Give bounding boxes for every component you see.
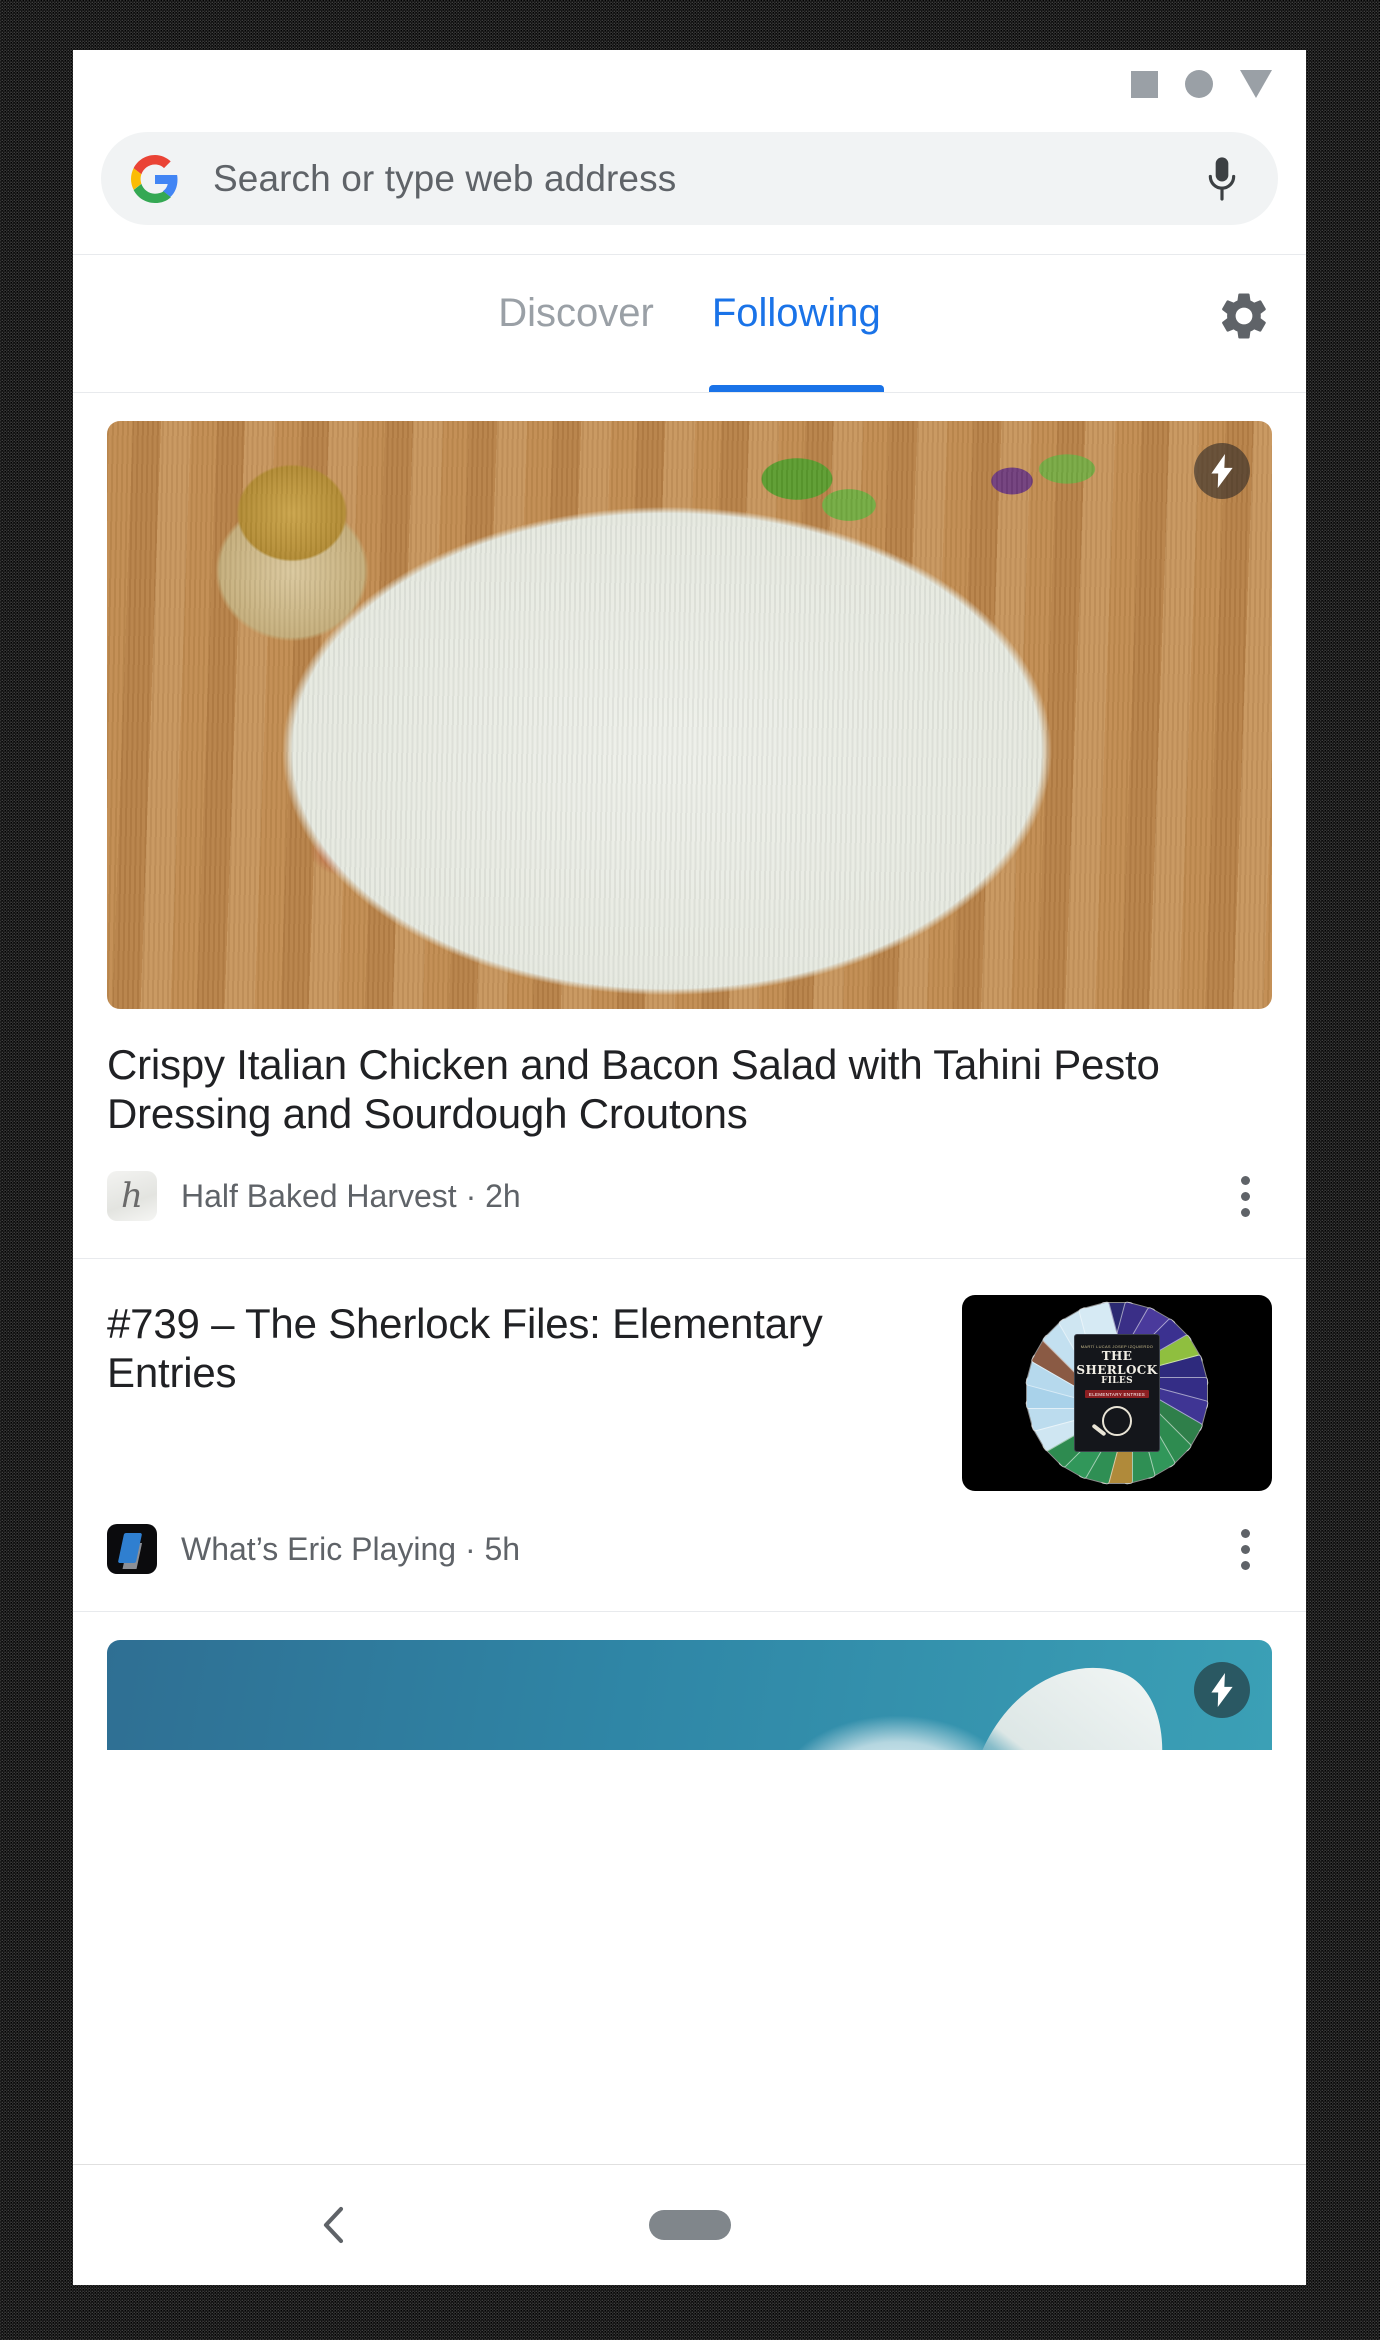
card-thumbnail-image[interactable]: MARTÍ LUCAS JOSEP IZQUIERDO THE SHERLOCK…: [962, 1295, 1272, 1492]
box-subtitle: ELEMENTARY ENTRIES: [1084, 1390, 1150, 1399]
card-title[interactable]: #739 – The Sherlock Files: Elementary En…: [107, 1295, 932, 1491]
salad-photo: [107, 421, 1272, 1009]
circle-icon: [1185, 70, 1213, 98]
sherlock-files-box: MARTÍ LUCAS JOSEP IZQUIERDO THE SHERLOCK…: [1074, 1334, 1160, 1453]
triangle-down-icon: [1240, 70, 1272, 98]
amp-lightning-icon: [1194, 443, 1250, 499]
phone-screen: Search or type web address Discover Foll…: [73, 50, 1306, 2285]
square-icon: [1131, 70, 1158, 98]
source-favicon: [107, 1524, 157, 1575]
card-byline: What’s Eric Playing · 5h: [107, 1517, 1272, 1611]
card-hero-image[interactable]: [107, 1640, 1272, 1751]
magnifier-icon: [1102, 1406, 1132, 1437]
card-title[interactable]: Crispy Italian Chicken and Bacon Salad w…: [107, 1040, 1272, 1138]
more-vert-icon[interactable]: [1218, 1522, 1272, 1576]
status-bar: [73, 50, 1306, 132]
box-the: THE: [1101, 1349, 1133, 1364]
omnibox-container: Search or type web address: [73, 132, 1306, 254]
ocean-photo: [107, 1640, 1272, 1751]
card-hero-image[interactable]: [107, 421, 1272, 1009]
tab-discover[interactable]: Discover: [498, 255, 654, 392]
microphone-icon[interactable]: [1202, 155, 1242, 203]
feed-tabs: Discover Following: [498, 255, 884, 392]
tab-following[interactable]: Following: [708, 255, 884, 392]
more-vert-icon[interactable]: [1218, 1169, 1272, 1223]
search-input-placeholder: Search or type web address: [213, 157, 677, 199]
feed-card-sherlock[interactable]: #739 – The Sherlock Files: Elementary En…: [73, 1295, 1306, 1613]
gear-icon[interactable]: [1216, 288, 1272, 344]
box-sherlock: SHERLOCK: [1076, 1362, 1158, 1377]
back-chevron-icon[interactable]: [311, 2201, 359, 2249]
google-g-icon: [131, 154, 178, 203]
card-row: #739 – The Sherlock Files: Elementary En…: [107, 1295, 1272, 1492]
feed-card-salad[interactable]: Crispy Italian Chicken and Bacon Salad w…: [73, 421, 1306, 1260]
card-byline: Half Baked Harvest · 2h: [107, 1164, 1272, 1258]
feed-card-ocean[interactable]: [73, 1640, 1306, 1751]
system-navigation-bar: [73, 2164, 1306, 2285]
home-pill-icon[interactable]: [648, 2210, 731, 2240]
search-input[interactable]: Search or type web address: [101, 132, 1278, 225]
feed-header: Discover Following: [73, 254, 1306, 393]
amp-lightning-icon: [1194, 1662, 1250, 1719]
source-and-time: Half Baked Harvest · 2h: [181, 1177, 521, 1214]
source-and-time: What’s Eric Playing · 5h: [181, 1530, 521, 1567]
status-bar-icons: [1131, 70, 1272, 98]
feed-list: Crispy Italian Chicken and Bacon Salad w…: [73, 421, 1306, 1751]
source-favicon: [107, 1171, 157, 1222]
box-files: FILES: [1101, 1376, 1133, 1387]
